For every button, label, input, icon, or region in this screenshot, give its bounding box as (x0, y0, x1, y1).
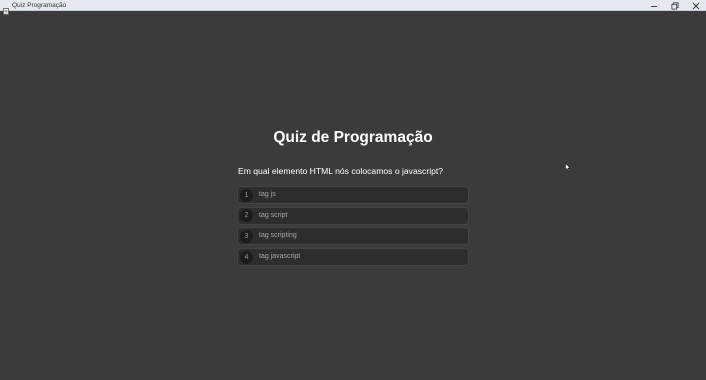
answer-number: 3 (240, 229, 253, 243)
title-bar[interactable]: Quiz Programação (0, 0, 706, 15)
answer-option-2[interactable]: 2 tag script (237, 206, 469, 225)
question-text: Em qual elemento HTML nós colocamos o ja… (238, 166, 444, 176)
answer-number: 1 (240, 188, 253, 202)
answer-number: 4 (240, 250, 253, 264)
window-title: Quiz Programação (12, 2, 67, 9)
answer-option-3[interactable]: 3 tag scripting (237, 227, 469, 246)
answer-label: tag js (259, 191, 276, 198)
maximize-icon (671, 1, 679, 10)
answer-option-1[interactable]: 1 tag js (237, 186, 469, 204)
close-button[interactable] (686, 0, 706, 11)
app-window: Quiz Programação Quiz de Programação Em … (0, 0, 706, 380)
answer-label: tag scripting (259, 232, 297, 240)
answer-list: 1 tag js 2 tag script 3 tag scripting 4 … (237, 186, 469, 269)
minimize-icon (650, 2, 658, 10)
answer-label: tag script (259, 211, 288, 219)
answer-label: tag javascript (259, 253, 301, 261)
document-icon (3, 2, 9, 15)
minimize-button[interactable] (644, 0, 664, 11)
answer-number: 2 (240, 209, 253, 223)
quiz-title: Quiz de Programação (273, 129, 433, 146)
answer-option-4[interactable]: 4 tag javascript (237, 248, 469, 267)
mouse-pointer-icon (565, 158, 571, 171)
maximize-button[interactable] (665, 0, 685, 11)
close-icon (692, 2, 700, 10)
